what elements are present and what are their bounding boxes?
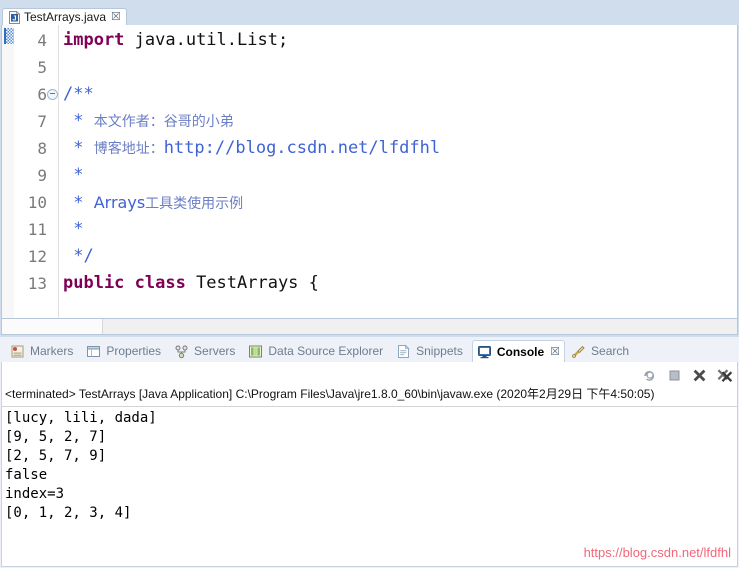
view-tab-label: Data Source Explorer (268, 344, 384, 358)
console-toolbar (641, 364, 733, 386)
code-line[interactable]: import java.util.List; (63, 27, 288, 54)
database-icon (248, 344, 263, 359)
view-tab-data-source-explorer[interactable]: Data Source Explorer (244, 340, 390, 362)
line-number: 9 (37, 166, 47, 185)
code-line[interactable]: /** (63, 81, 94, 108)
console-output-line: [2, 5, 7, 9] (5, 448, 107, 464)
editor-region: J TestArrays.java ☒ 4 5 6 7 8 9 10 11 12 13 impor… (0, 0, 739, 345)
line-number: 12 (27, 247, 47, 266)
line-number: 10 (27, 193, 47, 212)
code-token: * (63, 193, 94, 213)
code-line[interactable]: * Arrays工具类使用示例 (63, 189, 243, 216)
minus-icon (47, 89, 58, 101)
view-tab-snippets[interactable]: Snippets (392, 340, 470, 362)
bottom-view-region: Markers Properties Servers Data Source Expl… (0, 337, 739, 568)
snippets-icon (396, 344, 411, 359)
code-line[interactable]: * (63, 162, 83, 189)
code-token: * (63, 219, 84, 239)
code-token: java.util.List; (124, 30, 289, 50)
view-tab-label: Console (496, 344, 545, 359)
console-output-line: [lucy, lili, dada] (5, 410, 157, 426)
code-token: http://blog.csdn.net/lfdfhl (163, 138, 441, 158)
markers-icon (10, 344, 25, 359)
code-token: TestArrays { (185, 273, 319, 293)
properties-icon (86, 344, 101, 359)
editor-tab-label: TestArrays.java (24, 10, 107, 24)
code-line[interactable]: * 博客地址：http://blog.csdn.net/lfdfhl (63, 135, 440, 162)
code-line[interactable]: */ (63, 243, 94, 270)
remove-launch-icon[interactable] (691, 367, 708, 384)
line-number: 4 (37, 31, 47, 50)
relaunch-icon[interactable] (641, 367, 658, 384)
close-icon[interactable]: ☒ (111, 12, 121, 23)
line-number: 8 (37, 139, 47, 158)
view-tab-properties[interactable]: Properties (82, 340, 168, 362)
line-number: 13 (27, 274, 47, 293)
editor-line-number-gutter: 4 5 6 7 8 9 10 11 12 13 (14, 25, 59, 318)
console-output-line: [0, 1, 2, 3, 4] (5, 505, 132, 521)
line-number: 5 (37, 58, 47, 77)
watermark-url: https://blog.csdn.net/lfdfhl (583, 545, 731, 560)
view-tab-console[interactable]: Console ☒ (471, 340, 566, 362)
editor-tab-bar: J TestArrays.java ☒ (0, 0, 739, 25)
code-line[interactable]: public class TestArrays { (63, 270, 319, 297)
code-token: */ (63, 246, 94, 266)
view-tab-label: Servers (194, 344, 236, 358)
java-file-icon: J (9, 10, 21, 24)
code-token: import (63, 30, 125, 50)
code-token: 工具类使用示例 (145, 196, 244, 212)
console-output-line: index=3 (5, 486, 65, 502)
code-token: * (63, 111, 94, 131)
code-token: 博客地址： (93, 141, 164, 157)
editor-horizontal-scrollbar[interactable]: ‹ (1, 319, 738, 335)
scrollbar-thumb[interactable] (2, 319, 103, 334)
console-icon (477, 344, 492, 359)
eclipse-ide-window: J TestArrays.java ☒ 4 5 6 7 8 9 10 11 12 13 impor… (0, 0, 739, 568)
console-output-text[interactable]: [lucy, lili, dada] [9, 5, 2, 7] [2, 5, 7, … (5, 409, 157, 523)
console-view[interactable]: <terminated> TestArrays [Java Applicatio… (1, 362, 738, 567)
code-line[interactable]: * (63, 216, 83, 243)
close-icon[interactable]: ☒ (550, 346, 560, 357)
editor-code-area[interactable]: import java.util.List; /** * 本文作者：谷哥的小弟 *… (59, 25, 737, 318)
console-launch-status: <terminated> TestArrays [Java Applicatio… (5, 387, 655, 401)
fold-collapse-icon[interactable] (47, 81, 58, 108)
line-number: 6 (37, 85, 47, 104)
view-tab-bar: Markers Properties Servers Data Source Expl… (0, 337, 739, 362)
svg-text:J: J (12, 13, 16, 22)
code-line[interactable]: * 本文作者：谷哥的小弟 (63, 108, 234, 135)
terminate-icon[interactable] (666, 367, 683, 384)
view-tab-label: Markers (30, 344, 74, 358)
view-tab-label: Snippets (416, 344, 463, 358)
code-token: Arrays (93, 193, 146, 212)
editor-tab-testarrays[interactable]: J TestArrays.java ☒ (2, 8, 127, 25)
console-divider (2, 406, 737, 407)
console-output-line: [9, 5, 2, 7] (5, 429, 107, 445)
scrollbar-track[interactable] (2, 319, 737, 334)
view-tab-search[interactable]: Search (567, 340, 636, 362)
remove-all-launches-icon[interactable] (716, 367, 733, 384)
console-output-line: false (5, 467, 48, 483)
line-number: 11 (27, 220, 47, 239)
view-tab-markers[interactable]: Markers (6, 340, 80, 362)
line-number: 7 (37, 112, 47, 131)
search-icon (571, 344, 586, 359)
code-token: * (63, 165, 84, 185)
view-tab-servers[interactable]: Servers (170, 340, 242, 362)
view-tab-label: Properties (106, 344, 162, 358)
code-token: /** (63, 84, 94, 104)
code-token: public class (63, 273, 186, 293)
view-tab-label: Search (591, 344, 630, 358)
code-token: 本文作者：谷哥的小弟 (93, 114, 234, 130)
editor-body[interactable]: 4 5 6 7 8 9 10 11 12 13 import java.util.List; /**… (1, 25, 738, 319)
servers-icon (174, 344, 189, 359)
code-token: * (63, 138, 94, 158)
